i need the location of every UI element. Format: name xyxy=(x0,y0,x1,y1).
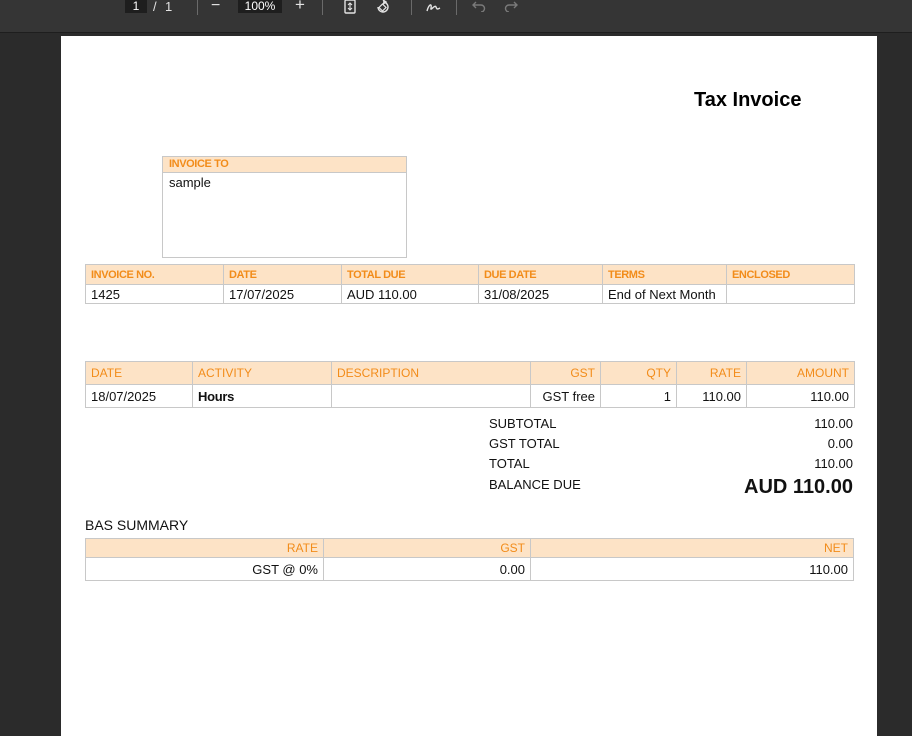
line-header: DATE xyxy=(85,361,193,385)
gst-total-label: GST TOTAL xyxy=(489,436,560,451)
bas-net: 110.00 xyxy=(530,557,854,581)
line-header: AMOUNT xyxy=(746,361,855,385)
invoice-meta-table: INVOICE NO. DATE TOTAL DUE DUE DATE TERM… xyxy=(85,264,855,304)
toolbar-divider xyxy=(322,0,323,15)
line-header: GST xyxy=(530,361,601,385)
line-header: ACTIVITY xyxy=(192,361,332,385)
bas-header: RATE xyxy=(85,538,324,558)
pdf-toolbar: 1 / 1 − 100% + xyxy=(0,0,912,33)
zoom-out-button[interactable]: − xyxy=(211,0,220,14)
page-number-input[interactable]: 1 xyxy=(125,0,147,13)
meta-value-row: 1425 17/07/2025 AUD 110.00 31/08/2025 En… xyxy=(85,284,855,304)
invoice-number: 1425 xyxy=(85,284,224,304)
redo-icon[interactable] xyxy=(504,0,518,12)
terms: End of Next Month xyxy=(602,284,727,304)
line-description xyxy=(331,384,531,408)
draw-icon[interactable] xyxy=(426,0,441,14)
bas-header: GST xyxy=(323,538,531,558)
gst-total-value: 0.00 xyxy=(827,436,853,451)
subtotal-label: SUBTOTAL xyxy=(489,416,557,431)
total-due: AUD 110.00 xyxy=(341,284,479,304)
meta-header: DUE DATE xyxy=(478,264,603,285)
line-date: 18/07/2025 xyxy=(85,384,193,408)
line-header: DESCRIPTION xyxy=(331,361,531,385)
line-rate: 110.00 xyxy=(676,384,747,408)
invoice-to-label: INVOICE TO xyxy=(163,157,406,173)
balance-due-label: BALANCE DUE xyxy=(489,477,581,492)
bas-header: NET xyxy=(530,538,854,558)
page-separator: / xyxy=(153,0,157,14)
bas-header-row: RATE GST NET xyxy=(85,538,854,558)
meta-header: TOTAL DUE xyxy=(341,264,479,285)
rotate-icon[interactable] xyxy=(375,0,391,14)
total-label: TOTAL xyxy=(489,456,530,471)
meta-header: INVOICE NO. xyxy=(85,264,224,285)
line-items-table: DATE ACTIVITY DESCRIPTION GST QTY RATE A… xyxy=(85,361,855,408)
toolbar-divider xyxy=(411,0,412,15)
invoice-date: 17/07/2025 xyxy=(223,284,342,304)
line-items-header-row: DATE ACTIVITY DESCRIPTION GST QTY RATE A… xyxy=(85,361,855,385)
toolbar-divider xyxy=(197,0,198,15)
page-total: 1 xyxy=(165,0,173,14)
table-row: GST @ 0% 0.00 110.00 xyxy=(85,557,854,581)
meta-header-row: INVOICE NO. DATE TOTAL DUE DUE DATE TERM… xyxy=(85,264,855,285)
undo-icon[interactable] xyxy=(472,0,486,12)
invoice-to-box: INVOICE TO sample xyxy=(162,156,407,258)
meta-header: DATE xyxy=(223,264,342,285)
bas-rate: GST @ 0% xyxy=(85,557,324,581)
total-value: 110.00 xyxy=(814,456,853,471)
meta-header: TERMS xyxy=(602,264,727,285)
zoom-level-input[interactable]: 100% xyxy=(238,0,282,13)
balance-due-value: AUD 110.00 xyxy=(744,476,853,498)
table-row: 18/07/2025 Hours GST free 1 110.00 110.0… xyxy=(85,384,855,408)
line-header: RATE xyxy=(676,361,747,385)
subtotal-value: 110.00 xyxy=(814,416,853,431)
invoice-to-value: sample xyxy=(169,175,211,190)
document-title: Tax Invoice xyxy=(694,89,802,111)
zoom-in-button[interactable]: + xyxy=(295,0,305,13)
bas-summary-table: RATE GST NET GST @ 0% 0.00 110.00 xyxy=(85,538,854,581)
line-header: QTY xyxy=(600,361,677,385)
toolbar-divider xyxy=(456,0,457,15)
fit-page-icon[interactable] xyxy=(344,0,356,14)
line-amount: 110.00 xyxy=(746,384,855,408)
document-page: Tax Invoice INVOICE TO sample INVOICE NO… xyxy=(61,36,877,736)
due-date: 31/08/2025 xyxy=(478,284,603,304)
bas-summary-title: BAS SUMMARY xyxy=(85,517,189,533)
enclosed xyxy=(726,284,855,304)
meta-header: ENCLOSED xyxy=(726,264,855,285)
line-qty: 1 xyxy=(600,384,677,408)
line-activity: Hours xyxy=(192,384,332,408)
bas-gst: 0.00 xyxy=(323,557,531,581)
line-gst: GST free xyxy=(530,384,601,408)
